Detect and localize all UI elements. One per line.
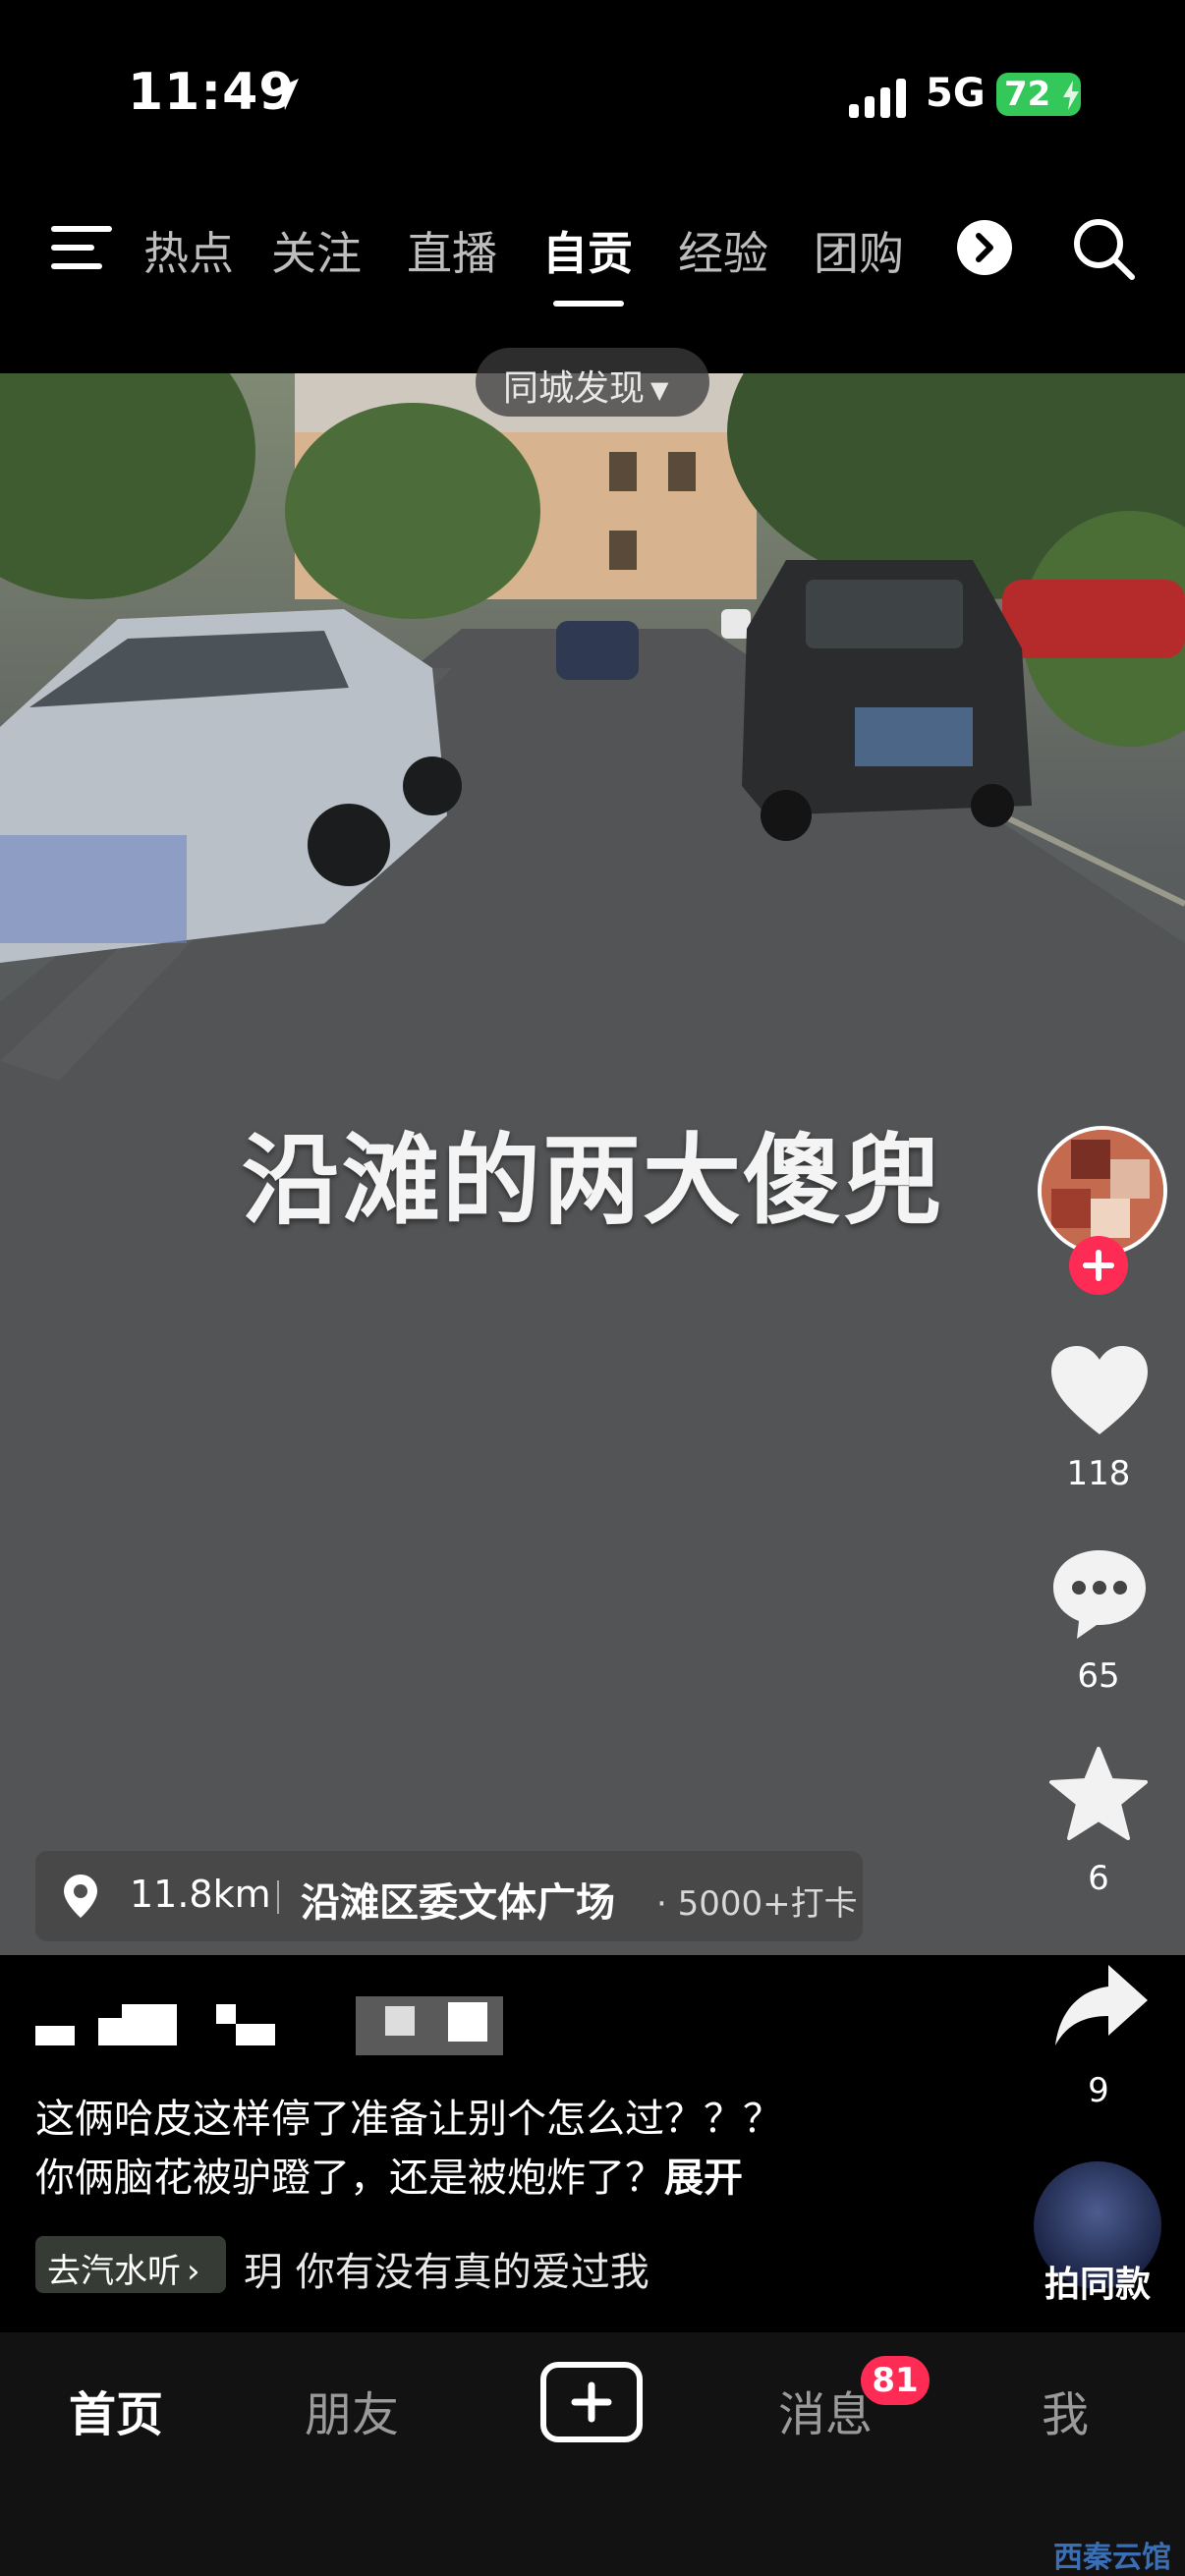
menu-icon[interactable] <box>51 224 112 271</box>
location-separator <box>277 1880 279 1914</box>
chevron-right-small-icon: › <box>187 2252 200 2291</box>
signal-icon <box>849 79 906 118</box>
nav-messages[interactable]: 消息 <box>778 2376 873 2444</box>
location-name: 沿滩区委文体广场 <box>301 1880 615 1926</box>
tab-experience[interactable]: 经验 <box>678 218 768 283</box>
battery-level: 72 <box>1004 75 1051 114</box>
caret-down-icon: ▼ <box>650 376 669 404</box>
location-checkins: · 5000+打卡 <box>656 1884 858 1924</box>
location-arrow-icon <box>267 79 299 110</box>
favorite-count: 6 <box>1088 1859 1109 1898</box>
plus-icon <box>571 2381 612 2423</box>
comment-icon[interactable] <box>1047 1544 1152 1643</box>
location-distance: 11.8km <box>130 1873 271 1916</box>
tab-following[interactable]: 关注 <box>271 218 362 283</box>
heart-icon[interactable] <box>1047 1342 1152 1438</box>
nav-home[interactable]: 首页 <box>69 2376 163 2444</box>
follow-button[interactable] <box>1069 1236 1128 1295</box>
avatar-image <box>1042 1130 1163 1252</box>
star-icon[interactable] <box>1047 1745 1150 1843</box>
nav-me[interactable]: 我 <box>1042 2376 1089 2444</box>
share-count: 9 <box>1088 2071 1109 2110</box>
active-tab-indicator <box>553 301 624 307</box>
tab-local[interactable]: 自贡 <box>542 218 633 283</box>
create-button[interactable] <box>540 2362 643 2442</box>
search-icon[interactable] <box>1071 216 1136 281</box>
same-style-button[interactable]: 拍同款 <box>1034 2256 1161 2307</box>
post-description-line2: 你俩脑花被驴蹬了，还是被炮炸了？展开 <box>35 2146 743 2203</box>
username-redacted[interactable] <box>35 1996 517 2055</box>
network-type: 5G <box>926 71 986 116</box>
tab-hot[interactable]: 热点 <box>143 218 234 283</box>
music-title[interactable]: 玥 你有没有真的爱过我 <box>244 2240 719 2297</box>
share-icon[interactable] <box>1051 1961 1150 2049</box>
expand-button[interactable]: 展开 <box>664 2156 743 2201</box>
watermark: 西秦云馆 <box>1053 2541 1171 2575</box>
listen-on-qishui-label: 去汽水听 › <box>47 2252 200 2291</box>
more-tabs-button[interactable] <box>957 220 1012 275</box>
battery-charging-icon <box>1063 81 1079 110</box>
video-caption: 沿滩的两大傻兜 <box>242 1123 943 1238</box>
post-description-line1: 这俩哈皮这样停了准备让别个怎么过？？？ <box>35 2097 782 2142</box>
tab-live[interactable]: 直播 <box>407 218 497 283</box>
location-pin-icon <box>64 1875 97 1918</box>
post-description-text: 你俩脑花被驴蹬了，还是被炮炸了？ <box>35 2156 664 2201</box>
nearby-discover-label: 同城发现 ▼ <box>503 368 669 409</box>
nav-friends[interactable]: 朋友 <box>305 2376 399 2444</box>
chevron-right-icon <box>976 233 993 262</box>
plus-icon <box>1083 1250 1114 1281</box>
messages-badge: 81 <box>861 2356 930 2405</box>
tab-group-buy[interactable]: 团购 <box>814 218 904 283</box>
comment-count: 65 <box>1077 1656 1120 1696</box>
like-count: 118 <box>1066 1454 1131 1493</box>
